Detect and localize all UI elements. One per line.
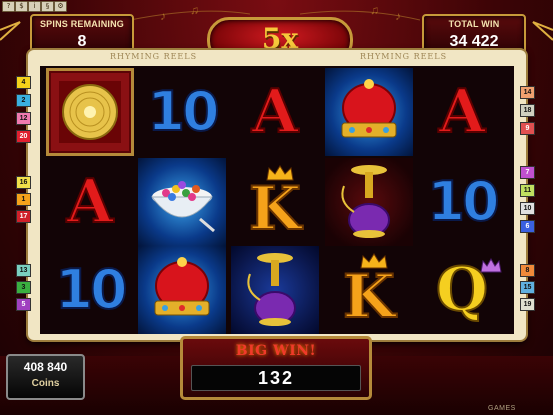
ace-text: A (251, 77, 300, 147)
payline-20[interactable]: 20 (16, 130, 31, 143)
book-title-right: RHYMING REELS (360, 52, 448, 61)
payline-10[interactable]: 10 (520, 202, 535, 215)
svg-text:♫: ♫ (370, 3, 379, 17)
reel3-hookah-symbol (231, 246, 319, 334)
spins-remaining-value: 8 (77, 33, 87, 50)
payline-6[interactable]: 6 (520, 220, 535, 233)
ace-text: A (66, 167, 115, 237)
payline-14[interactable]: 14 (520, 86, 535, 99)
reel3-ace-symbol: A (231, 68, 319, 156)
crown-icon (154, 257, 210, 316)
spins-remaining-label: SPINS REMAINING (39, 19, 124, 29)
coins-balance-panel: 408 840 Coins (6, 354, 85, 400)
hookah-icon (247, 253, 296, 326)
ten-text: 10 (146, 80, 220, 143)
small-crown-icon (480, 258, 502, 273)
reel3-king-symbol: K (231, 158, 319, 246)
games-button[interactable]: GAMES (488, 405, 516, 412)
payline-1[interactable]: 1 (16, 193, 31, 206)
svg-text:♫: ♫ (190, 3, 199, 17)
king-text: K (342, 262, 396, 332)
svg-text:♪: ♪ (160, 9, 166, 23)
payline-7[interactable]: 7 (520, 166, 535, 179)
big-win-amount: 132 (191, 365, 361, 391)
reel4-king-symbol: K (325, 246, 413, 334)
payline-9[interactable]: 9 (520, 122, 535, 135)
big-win-panel: BIG WIN! 132 (180, 336, 372, 400)
payline-2[interactable]: 2 (16, 94, 31, 107)
ace-text: A (438, 77, 487, 147)
coins-label: Coins (31, 378, 60, 389)
book-title-left: RHYMING REELS (110, 52, 198, 61)
payline-5[interactable]: 5 (16, 298, 31, 311)
small-crown-icon (266, 165, 294, 181)
payline-17[interactable]: 17 (16, 210, 31, 223)
ten-text: 10 (54, 258, 128, 321)
payline-15[interactable]: 15 (520, 281, 535, 294)
reel5-ten-symbol: 10 (418, 158, 506, 246)
payline-19[interactable]: 19 (520, 298, 535, 311)
payline-4[interactable]: 4 (16, 76, 31, 89)
reel2-cereal-bowl-symbol (138, 158, 226, 246)
svg-text:♪: ♪ (395, 9, 401, 23)
reel2-crown-symbol (138, 246, 226, 334)
payline-3[interactable]: 3 (16, 281, 31, 294)
gold-record-icon (59, 81, 121, 143)
king-text: K (248, 174, 302, 244)
total-win-value: 34 422 (449, 33, 499, 50)
hookah-icon (341, 165, 390, 238)
cereal-bowl-icon (150, 181, 215, 233)
payline-18[interactable]: 18 (520, 104, 535, 117)
payline-8[interactable]: 8 (520, 264, 535, 277)
small-crown-icon (360, 253, 388, 269)
reel1-ten-symbol: 10 (46, 246, 134, 334)
total-win-label: TOTAL WIN (448, 19, 500, 29)
reel4-hookah-symbol (325, 158, 413, 246)
reel5-queen-symbol: Q (418, 246, 506, 334)
reel4-crown-symbol (325, 68, 413, 156)
ten-text: 10 (426, 170, 500, 233)
payline-13[interactable]: 13 (16, 264, 31, 277)
reel1-gold-record-symbol (46, 68, 134, 156)
coins-balance-value: 408 840 (23, 360, 68, 374)
big-win-label: BIG WIN! (235, 343, 317, 359)
reel-grid: A 10 10 A K K A 10 Q (40, 66, 514, 334)
crown-icon (341, 79, 397, 138)
payline-16[interactable]: 16 (16, 176, 31, 189)
payline-11[interactable]: 11 (520, 184, 535, 197)
reel5-ace-symbol: A (418, 68, 506, 156)
payline-12[interactable]: 12 (16, 112, 31, 125)
reel1-ace-symbol: A (46, 158, 134, 246)
reel2-ten-symbol: 10 (138, 68, 226, 156)
